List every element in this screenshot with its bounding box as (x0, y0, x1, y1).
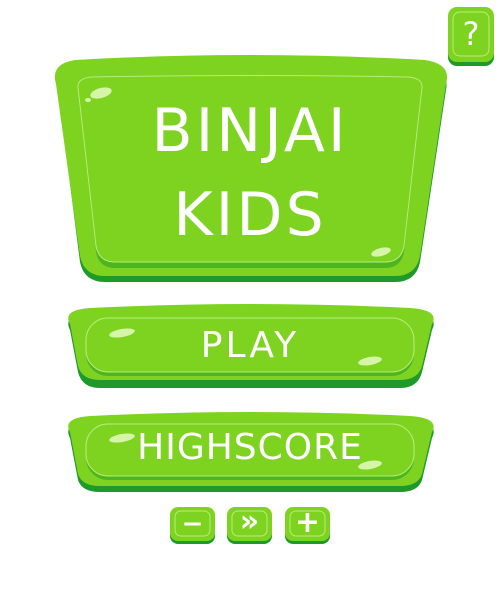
skip-button[interactable]: » (227, 507, 272, 541)
minus-icon: − (181, 509, 204, 539)
fast-forward-icon: » (239, 504, 260, 539)
increase-button[interactable]: + (285, 507, 330, 541)
play-label: PLAY (200, 325, 300, 366)
title-line-1: BINJAI (151, 96, 349, 166)
decrease-button[interactable]: − (170, 507, 215, 541)
question-mark-icon: ? (462, 15, 480, 53)
highscore-button[interactable]: HIGHSCORE (62, 412, 438, 492)
highscore-label: HIGHSCORE (137, 427, 363, 468)
title-line-2: KIDS (173, 180, 327, 250)
plus-icon: + (294, 505, 321, 540)
play-button[interactable]: PLAY (62, 304, 438, 388)
help-button[interactable]: ? (448, 7, 494, 62)
